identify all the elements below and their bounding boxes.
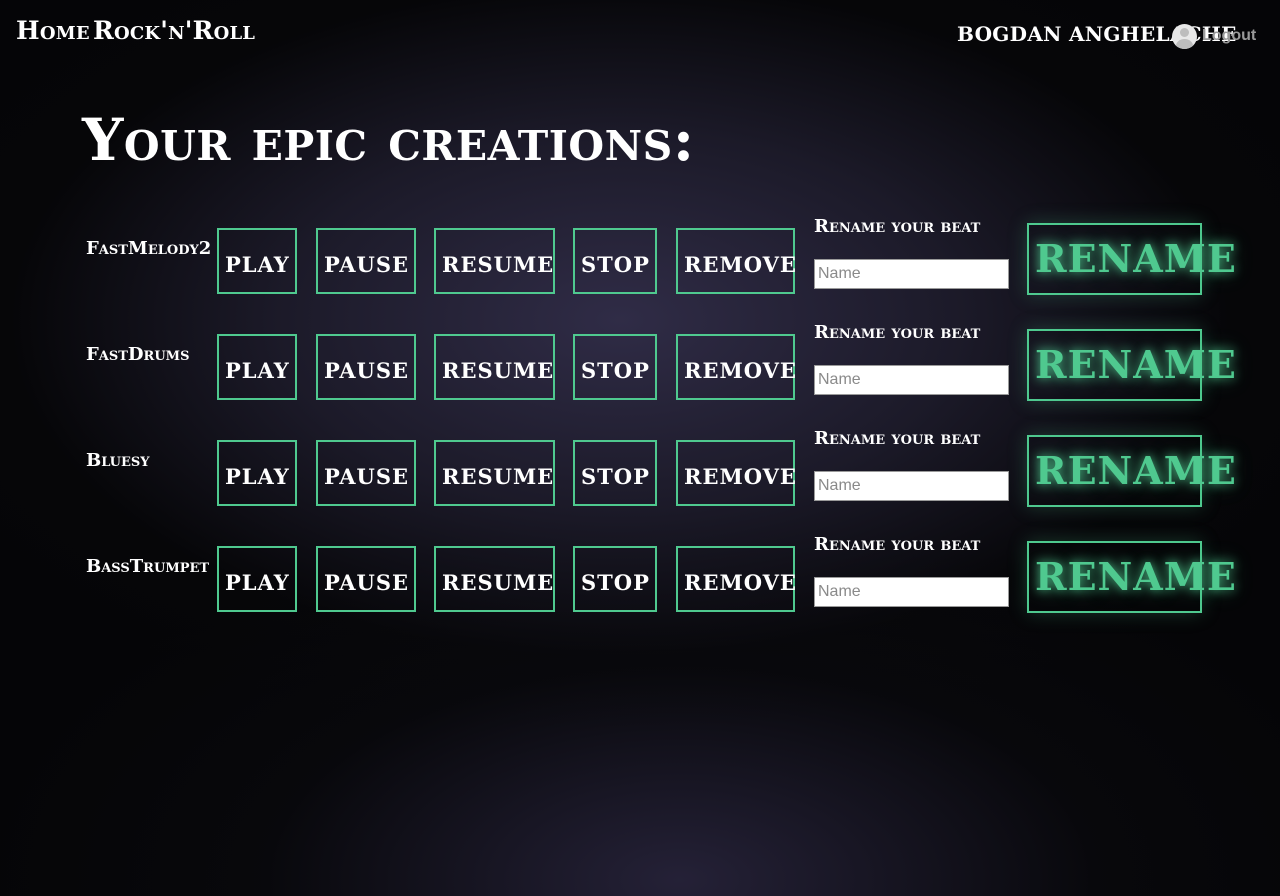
rename-button[interactable]: RENAME [1027,223,1236,295]
stop-button[interactable]: STOP [573,228,657,294]
remove-button[interactable]: REMOVE [676,546,796,612]
play-button[interactable]: PLAY [217,334,297,400]
stop-button[interactable]: STOP [573,546,657,612]
beat-row: Bluesy PLAY PAUSE RESUME STOP REMOVE Ren… [0,428,1280,527]
remove-button[interactable]: REMOVE [676,228,796,294]
rename-label: Rename your beat [814,428,981,449]
rename-label: Rename your beat [814,216,981,237]
pause-button[interactable]: PAUSE [316,440,416,506]
beat-row: FastMelody2 PLAY PAUSE RESUME STOP REMOV… [0,216,1280,315]
rename-name-input[interactable] [814,365,1009,395]
rename-button[interactable]: RENAME [1027,329,1236,401]
page-title: Your epic creations: [82,106,695,174]
stop-button[interactable]: STOP [573,440,657,506]
resume-button[interactable]: RESUME [434,546,555,612]
rename-name-input[interactable] [814,259,1009,289]
rename-button[interactable]: RENAME [1027,541,1236,613]
pause-button[interactable]: PAUSE [316,228,416,294]
rename-label: Rename your beat [814,322,981,343]
resume-button[interactable]: RESUME [434,334,555,400]
rename-name-input[interactable] [814,471,1009,501]
rename-label: Rename your beat [814,534,981,555]
user-avatar-icon [1172,24,1197,49]
rename-button[interactable]: RENAME [1027,435,1236,507]
pause-button[interactable]: PAUSE [316,334,416,400]
beat-name: FastDrums [86,344,190,365]
beat-name: BassTrumpet [86,556,210,577]
remove-button[interactable]: REMOVE [676,440,796,506]
beat-row: FastDrums PLAY PAUSE RESUME STOP REMOVE … [0,322,1280,421]
play-button[interactable]: PLAY [217,228,297,294]
remove-button[interactable]: REMOVE [676,334,796,400]
beat-name: FastMelody2 [86,238,210,259]
resume-button[interactable]: RESUME [434,228,555,294]
beat-name: Bluesy [86,450,150,471]
pause-button[interactable]: PAUSE [316,546,416,612]
play-button[interactable]: PLAY [217,546,297,612]
play-button[interactable]: PLAY [217,440,297,506]
beat-row: BassTrumpet PLAY PAUSE RESUME STOP REMOV… [0,534,1280,633]
top-navigation-bar: Home Rock'n'Roll BOGDAN ANGHELACHE Logou… [0,0,1280,72]
logout-link[interactable]: Logout [1202,27,1256,45]
rename-name-input[interactable] [814,577,1009,607]
nav-home-link[interactable]: Home [16,16,90,45]
nav-rocknroll-link[interactable]: Rock'n'Roll [93,16,255,45]
stop-button[interactable]: STOP [573,334,657,400]
resume-button[interactable]: RESUME [434,440,555,506]
